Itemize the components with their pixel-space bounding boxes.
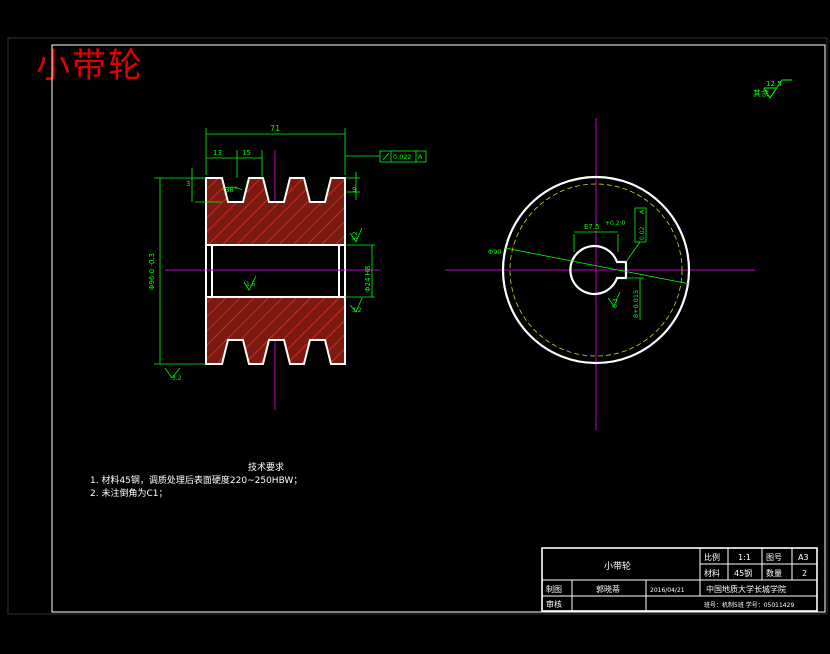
svg-text:2016/04/21: 2016/04/21 bbox=[650, 587, 685, 594]
svg-text:3.2: 3.2 bbox=[172, 375, 182, 382]
dim-text-9: 9 bbox=[352, 186, 356, 194]
sheet-outer-border bbox=[7, 37, 828, 615]
svg-text:郭晓蒂: 郭晓蒂 bbox=[596, 584, 620, 594]
svg-text:1:1: 1:1 bbox=[738, 553, 751, 562]
roughness-symbol: 其余 12.5 bbox=[753, 79, 792, 99]
view-dia-text: Φ90 bbox=[488, 248, 501, 256]
keyway-dims: E7.5 +0.2 0 0.02 A 8+0.015 6.3 Φ90 bbox=[488, 207, 691, 320]
dim-text-71: 71 bbox=[270, 124, 280, 133]
dim-groove-pitch: 13 15 bbox=[206, 149, 263, 178]
tb-school: 中国地质大学长城学院 bbox=[706, 584, 786, 594]
svg-text:比例: 比例 bbox=[704, 552, 720, 562]
bore bbox=[205, 244, 346, 298]
dim-bore-diameter: Φ24 H8 bbox=[345, 244, 375, 298]
dim-text-3: 3 bbox=[186, 180, 190, 188]
runout-tolerance: 0.022 A bbox=[345, 150, 427, 163]
end-view: E7.5 +0.2 0 0.02 A 8+0.015 6.3 Φ90 bbox=[445, 118, 755, 430]
tech-req-item-1: 1. 材料45钢，调质处理后表面硬度220~250HBW； bbox=[90, 476, 303, 486]
technical-requirements: 技术要求 1. 材料45钢，调质处理后表面硬度220~250HBW； 2. 未注… bbox=[90, 462, 302, 501]
keyway-sym-text: 0.02 bbox=[639, 226, 646, 240]
tech-req-title: 技术要求 bbox=[248, 463, 285, 473]
svg-text:A3: A3 bbox=[798, 553, 809, 562]
dim-text-15: 15 bbox=[242, 149, 251, 157]
dim-text-outer-dia: Φ96 0 -0.3 bbox=[148, 253, 156, 290]
tech-req-item-2: 2. 未注倒角为C1； bbox=[90, 489, 168, 499]
svg-text:1.6: 1.6 bbox=[246, 281, 256, 288]
dim-text-13: 13 bbox=[213, 149, 222, 157]
cad-drawing: 其余 12.5 71 13 15 3 9 38° 0.022 A Φ96 0 -… bbox=[7, 37, 828, 615]
svg-text:材料: 材料 bbox=[704, 568, 720, 578]
svg-text:数量: 数量 bbox=[766, 568, 782, 578]
keyway-width-text: E7.5 bbox=[584, 223, 600, 231]
svg-text:3.2: 3.2 bbox=[352, 307, 362, 314]
svg-text:审核: 审核 bbox=[546, 599, 562, 609]
keyway-tol-text: +0.2 0 bbox=[605, 220, 625, 227]
svg-text:2: 2 bbox=[802, 569, 807, 578]
svg-text:图号: 图号 bbox=[766, 553, 782, 562]
tb-class-info: 班号：机制5班 学号：05011429 bbox=[704, 601, 794, 609]
svg-text:45钢: 45钢 bbox=[734, 568, 752, 578]
svg-text:制图: 制图 bbox=[546, 584, 562, 594]
roughness-value: 12.5 bbox=[766, 80, 782, 88]
svg-text:3.2: 3.2 bbox=[352, 231, 359, 241]
runout-datum: A bbox=[418, 153, 423, 161]
keyway-depth-text: 8+0.015 bbox=[632, 290, 640, 318]
section-view: 71 13 15 3 9 38° 0.022 A Φ96 0 -0.3 Φ24 … bbox=[148, 124, 427, 410]
svg-text:6.3: 6.3 bbox=[612, 298, 619, 308]
svg-text:A: A bbox=[639, 209, 646, 214]
dim-outer-diameter: Φ96 0 -0.3 bbox=[148, 177, 206, 365]
runout-value: 0.022 bbox=[393, 153, 412, 161]
sheet-border bbox=[51, 44, 826, 613]
tb-part-name: 小带轮 bbox=[604, 560, 631, 572]
dim-text-bore: Φ24 H8 bbox=[364, 266, 372, 292]
